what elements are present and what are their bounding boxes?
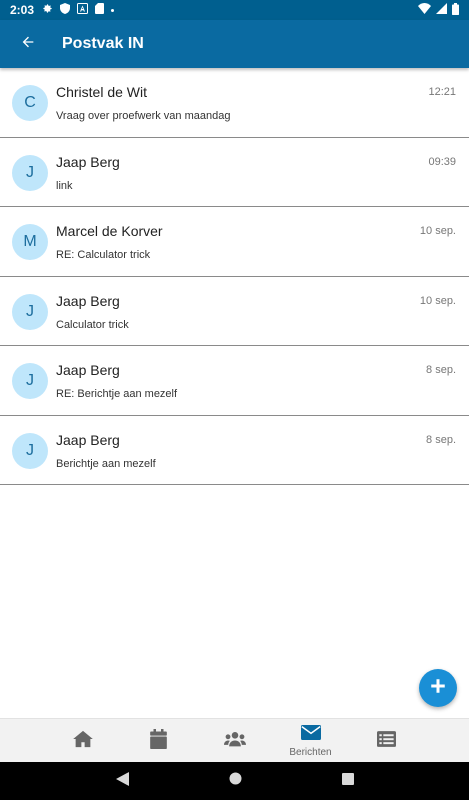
message-subject: Berichtje aan mezelf bbox=[56, 457, 156, 470]
message-row[interactable]: J Jaap Berg link 09:39 bbox=[0, 137, 469, 207]
back-triangle-icon bbox=[115, 771, 129, 791]
status-time: 2:03 bbox=[10, 3, 35, 17]
message-sender: Jaap Berg bbox=[56, 153, 120, 170]
sd-card-icon bbox=[95, 3, 105, 17]
message-date: 10 sep. bbox=[419, 225, 456, 237]
dot-icon bbox=[111, 8, 115, 12]
calendar-icon bbox=[150, 728, 167, 754]
plus-icon bbox=[429, 677, 447, 700]
message-date: 09:39 bbox=[428, 155, 456, 168]
home-icon bbox=[72, 730, 93, 753]
nav-home[interactable] bbox=[45, 719, 121, 763]
nav-label: Berichten bbox=[289, 746, 332, 758]
nav-groups[interactable] bbox=[197, 719, 273, 763]
avatar: C bbox=[12, 85, 48, 121]
message-subject: Vraag over proefwerk van maandag bbox=[56, 110, 231, 122]
message-sender: Jaap Berg bbox=[56, 431, 120, 448]
page-title: Postvak IN bbox=[62, 35, 144, 52]
bottom-nav: Berichten bbox=[0, 718, 469, 762]
nav-calendar[interactable] bbox=[121, 719, 197, 763]
avatar: J bbox=[12, 154, 48, 191]
wifi-icon bbox=[418, 3, 431, 17]
avatar: M bbox=[12, 224, 48, 260]
recents-square-icon bbox=[341, 772, 354, 790]
gear-icon bbox=[42, 3, 53, 17]
system-nav bbox=[0, 762, 469, 800]
compose-fab-button[interactable] bbox=[419, 669, 457, 707]
message-sender: Jaap Berg bbox=[56, 292, 120, 309]
message-subject: link bbox=[56, 179, 73, 192]
list-icon bbox=[377, 730, 396, 752]
system-back-button[interactable] bbox=[115, 771, 129, 791]
users-icon bbox=[223, 731, 246, 752]
message-date: 8 sep. bbox=[426, 433, 456, 446]
message-sender: Christel de Wit bbox=[56, 84, 148, 100]
status-bar: 2:03 bbox=[0, 0, 469, 20]
message-row[interactable]: J Jaap Berg Calculator trick 10 sep. bbox=[0, 276, 469, 346]
message-row[interactable]: J Jaap Berg RE: Berichtje aan mezelf 8 s… bbox=[0, 346, 469, 416]
message-row[interactable]: J Jaap Berg Berichtje aan mezelf 8 sep. bbox=[0, 415, 469, 485]
shield-icon bbox=[60, 3, 71, 17]
message-date: 8 sep. bbox=[426, 364, 456, 376]
back-button[interactable] bbox=[0, 20, 56, 68]
message-date: 10 sep. bbox=[419, 294, 456, 307]
message-sender: Jaap Berg bbox=[56, 362, 120, 378]
message-subject: RE: Calculator trick bbox=[56, 249, 151, 261]
home-circle-icon bbox=[229, 772, 242, 790]
arrow-left-icon bbox=[20, 34, 36, 55]
message-subject: Calculator trick bbox=[56, 318, 129, 331]
status-icons-right bbox=[418, 2, 459, 18]
message-subject: RE: Berichtje aan mezelf bbox=[56, 388, 178, 400]
battery-icon bbox=[452, 2, 459, 18]
message-date: 12:21 bbox=[428, 86, 456, 98]
system-recents-button[interactable] bbox=[341, 772, 354, 790]
status-icons-left bbox=[42, 3, 115, 17]
message-row[interactable]: M Marcel de Korver RE: Calculator trick … bbox=[0, 207, 469, 277]
app-bar: Postvak IN bbox=[0, 20, 469, 68]
a-box-icon bbox=[77, 3, 89, 17]
message-row[interactable]: C Christel de Wit Vraag over proefwerk v… bbox=[0, 68, 469, 138]
avatar: J bbox=[12, 363, 48, 399]
message-list: C Christel de Wit Vraag over proefwerk v… bbox=[0, 68, 469, 485]
avatar: J bbox=[12, 293, 48, 330]
nav-berichten[interactable]: Berichten bbox=[273, 719, 349, 763]
nav-list[interactable] bbox=[349, 719, 425, 763]
envelope-icon bbox=[300, 724, 321, 745]
signal-icon bbox=[436, 3, 447, 17]
system-home-button[interactable] bbox=[229, 772, 242, 790]
avatar: J bbox=[12, 432, 48, 469]
message-sender: Marcel de Korver bbox=[56, 223, 163, 239]
